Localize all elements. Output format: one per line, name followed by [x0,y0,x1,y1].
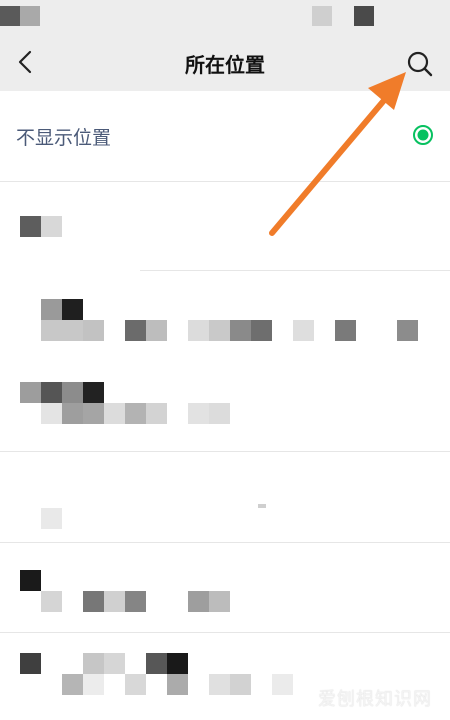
status-icon [354,6,374,26]
redacted-text [41,216,62,237]
status-icon [0,6,20,26]
redacted-text [62,382,83,403]
redacted-text [125,674,146,695]
redacted-text [41,508,62,529]
radio-checked-icon[interactable] [412,124,434,146]
redacted-text [146,653,167,674]
redacted-text [41,591,62,612]
redacted-text [146,403,167,424]
status-bar [0,0,450,36]
redacted-text [20,216,41,237]
redacted-text [209,403,230,424]
redacted-text [41,320,62,341]
redacted-text [125,403,146,424]
redacted-text [258,504,266,508]
redacted-text [209,591,230,612]
redacted-text [293,320,314,341]
search-button[interactable] [400,44,440,84]
redacted-text [104,403,125,424]
redacted-text [209,320,230,341]
watermark: 爱刨根知识网 [318,689,432,710]
redacted-text [230,674,251,695]
redacted-text [20,382,41,403]
redacted-text [167,674,188,695]
status-icon [312,6,332,26]
redacted-text [62,403,83,424]
redacted-text [104,653,125,674]
location-item[interactable] [0,543,450,631]
location-item[interactable] [0,362,450,450]
redacted-text [104,591,125,612]
search-icon [407,51,433,77]
redacted-text [83,320,104,341]
redacted-text [272,674,293,695]
page-title: 所在位置 [185,53,265,77]
location-item[interactable] [0,452,450,542]
redacted-text [83,653,104,674]
redacted-text [251,320,272,341]
location-item[interactable] [0,271,450,361]
redacted-text [188,591,209,612]
redacted-text [188,320,209,341]
redacted-text [397,320,418,341]
redacted-text [335,320,356,341]
redacted-text [41,382,62,403]
location-item[interactable] [0,182,450,270]
redacted-text [41,403,62,424]
redacted-text [209,674,230,695]
redacted-text [83,674,104,695]
redacted-text [146,320,167,341]
redacted-text [167,653,188,674]
redacted-text [62,674,83,695]
redacted-text [62,320,83,341]
hide-location-option[interactable]: 不显示位置 [0,91,450,181]
redacted-text [83,591,104,612]
redacted-text [188,403,209,424]
redacted-text [20,570,41,591]
redacted-text [125,591,146,612]
redacted-text [20,653,41,674]
redacted-text [83,403,104,424]
nav-bar: 所在位置 [0,36,450,91]
redacted-text [83,382,104,403]
redacted-text [230,320,251,341]
redacted-text [41,299,62,320]
redacted-text [62,299,83,320]
hide-location-label: 不显示位置 [16,127,112,149]
redacted-text [125,320,146,341]
status-icon [20,6,40,26]
